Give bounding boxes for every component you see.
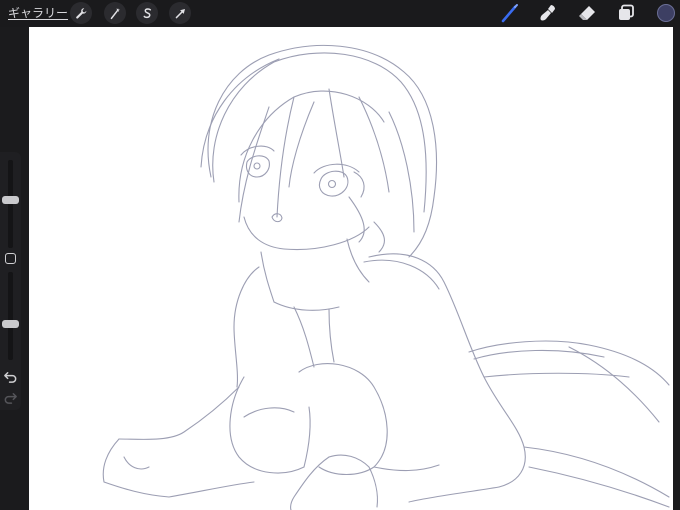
wrench-icon	[75, 7, 86, 19]
brush-size-handle[interactable]	[2, 196, 19, 204]
opacity-slider[interactable]	[8, 272, 13, 360]
gallery-link[interactable]: ギャラリー	[8, 5, 68, 21]
side-bar	[0, 152, 21, 410]
transform-button[interactable]	[169, 2, 191, 24]
top-toolbar: ギャラリー	[0, 0, 680, 27]
modify-button[interactable]	[5, 253, 16, 264]
undo-icon[interactable]	[3, 369, 18, 384]
adjustments-button[interactable]	[104, 2, 126, 24]
sketch-drawing	[102, 44, 670, 510]
brush-size-slider[interactable]	[8, 160, 13, 248]
layers-icon[interactable]	[616, 3, 636, 23]
drawing-canvas[interactable]	[29, 27, 673, 510]
selection-s-icon	[143, 7, 151, 18]
actions-button[interactable]	[70, 2, 92, 24]
opacity-handle[interactable]	[2, 320, 19, 328]
redo-icon[interactable]	[3, 390, 18, 405]
magic-wand-icon	[110, 7, 120, 19]
arrow-cursor-icon	[175, 8, 185, 18]
eraser-icon[interactable]	[577, 3, 597, 23]
selection-button[interactable]	[136, 2, 158, 24]
brush-icon[interactable]	[500, 3, 520, 23]
color-picker-swatch[interactable]	[657, 4, 675, 22]
smudge-icon[interactable]	[538, 3, 558, 23]
